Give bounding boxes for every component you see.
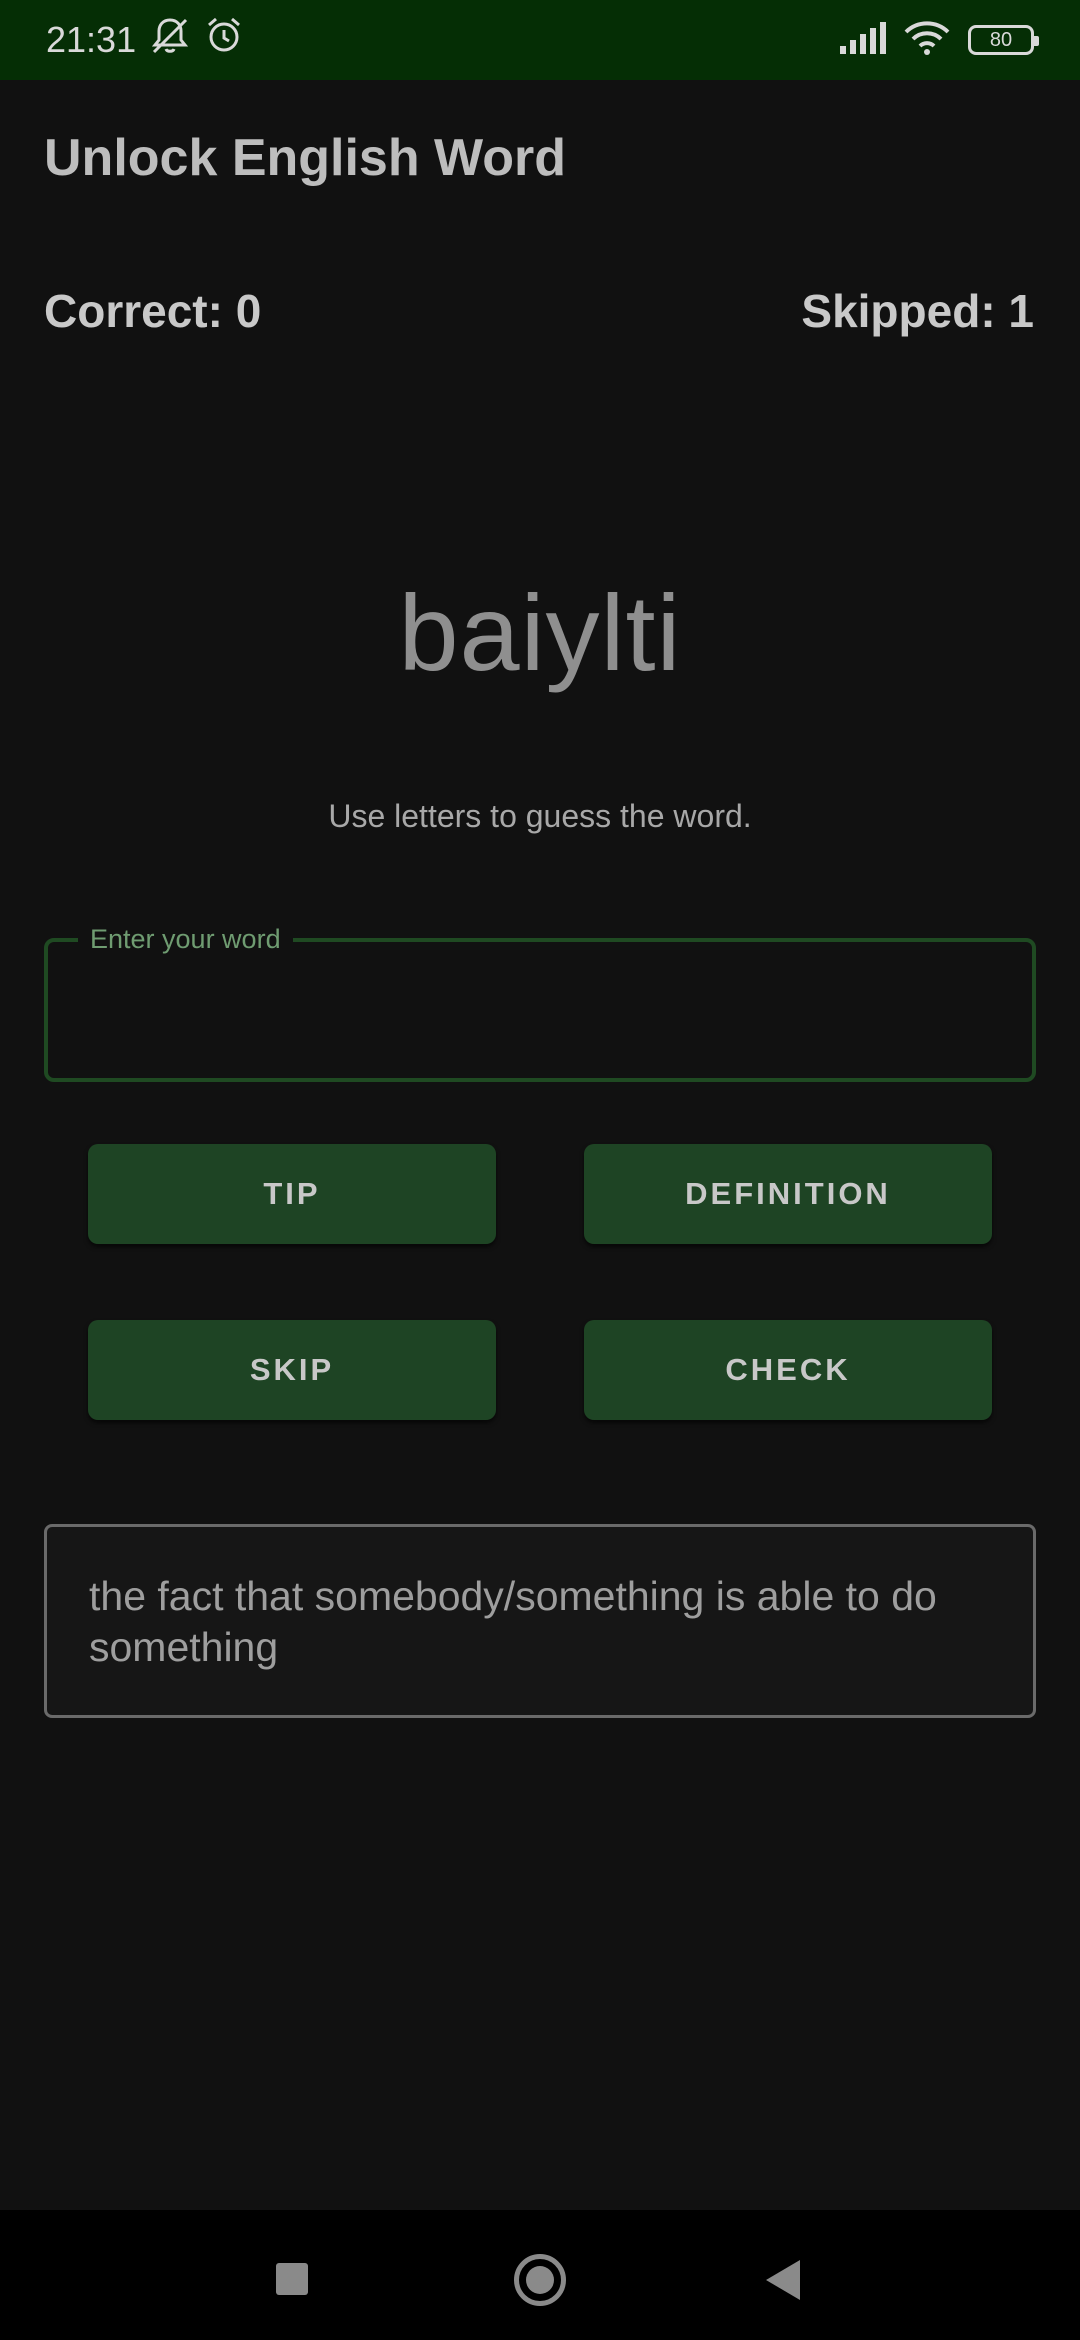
status-left: 21:31 (46, 16, 244, 65)
correct-count: Correct: 0 (44, 285, 262, 337)
home-icon[interactable] (514, 2254, 566, 2306)
wifi-icon (904, 20, 950, 60)
mute-icon (148, 16, 192, 65)
navigation-bar (0, 2210, 1080, 2340)
status-bar: 21:31 80 (0, 0, 1080, 80)
status-time: 21:31 (46, 19, 137, 60)
signal-icon (838, 21, 886, 59)
recents-icon[interactable] (276, 2263, 308, 2295)
definition-box: the fact that somebody/something is able… (44, 1524, 1036, 1718)
back-icon[interactable] (766, 2260, 800, 2300)
definition-button[interactable]: DEFINITION (584, 1144, 992, 1244)
tip-button[interactable]: TIP (88, 1144, 496, 1244)
skipped-count: Skipped: 1 (801, 285, 1034, 337)
alarm-icon (204, 16, 244, 65)
battery-level: 80 (989, 28, 1013, 51)
scrambled-word: baiylti (398, 572, 682, 693)
score-row: Correct: 0 Skipped: 1 (44, 284, 1034, 338)
app-screen: 21:31 80 Unlock English Word Correct: 0 … (0, 0, 1080, 2340)
skip-button[interactable]: SKIP (88, 1320, 496, 1420)
battery-icon: 80 (968, 25, 1039, 55)
word-input-field[interactable]: Enter your word (44, 924, 1036, 1082)
status-right: 80 (838, 20, 1039, 60)
word-input-label: Enter your word (78, 924, 293, 955)
definition-text: the fact that somebody/something is able… (89, 1573, 937, 1670)
instruction-text: Use letters to guess the word. (328, 798, 752, 834)
check-button[interactable]: CHECK (584, 1320, 992, 1420)
word-input[interactable] (84, 982, 984, 1042)
app-title: Unlock English Word (44, 129, 566, 187)
